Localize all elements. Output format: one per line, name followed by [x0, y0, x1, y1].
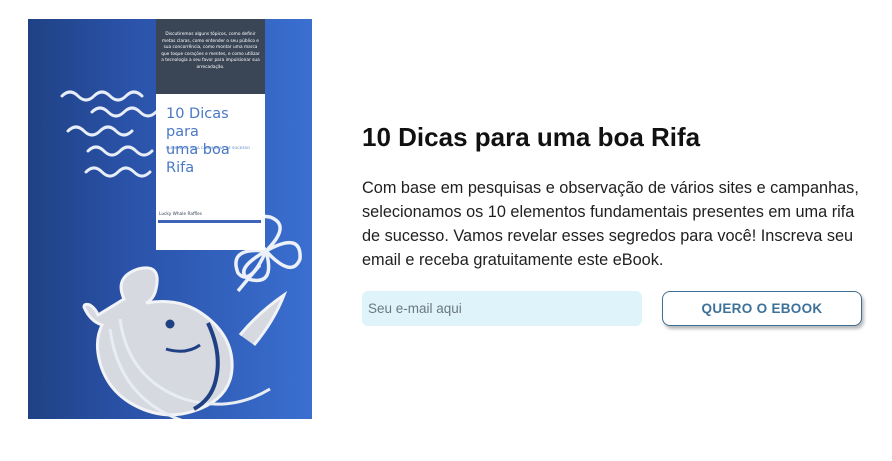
- cover-subtitle: ELEMENTOS PARA CAMPANHAS DE SUCESSO: [166, 146, 250, 150]
- cover-title: 10 Dicas para uma boa Rifa: [166, 105, 261, 177]
- page-title: 10 Dicas para uma boa Rifa: [362, 122, 701, 152]
- whale-icon: [82, 266, 288, 419]
- page-description: Com base em pesquisas e observação de vá…: [362, 179, 859, 269]
- get-ebook-button[interactable]: QUERO O EBOOK: [662, 291, 862, 326]
- cover-divider: [158, 220, 261, 223]
- cover-author: Lucky Whale Raffles: [159, 212, 203, 217]
- cover-intro-text: Discutiremos alguns tópicos, como defini…: [156, 19, 265, 94]
- wave-icon: [60, 90, 158, 178]
- cover-white-panel: Discutiremos alguns tópicos, como defini…: [156, 19, 265, 250]
- ebook-cover: Discutiremos alguns tópicos, como defini…: [28, 19, 312, 419]
- email-input[interactable]: [362, 291, 642, 326]
- cover-title-line1: 10 Dicas para: [166, 106, 229, 140]
